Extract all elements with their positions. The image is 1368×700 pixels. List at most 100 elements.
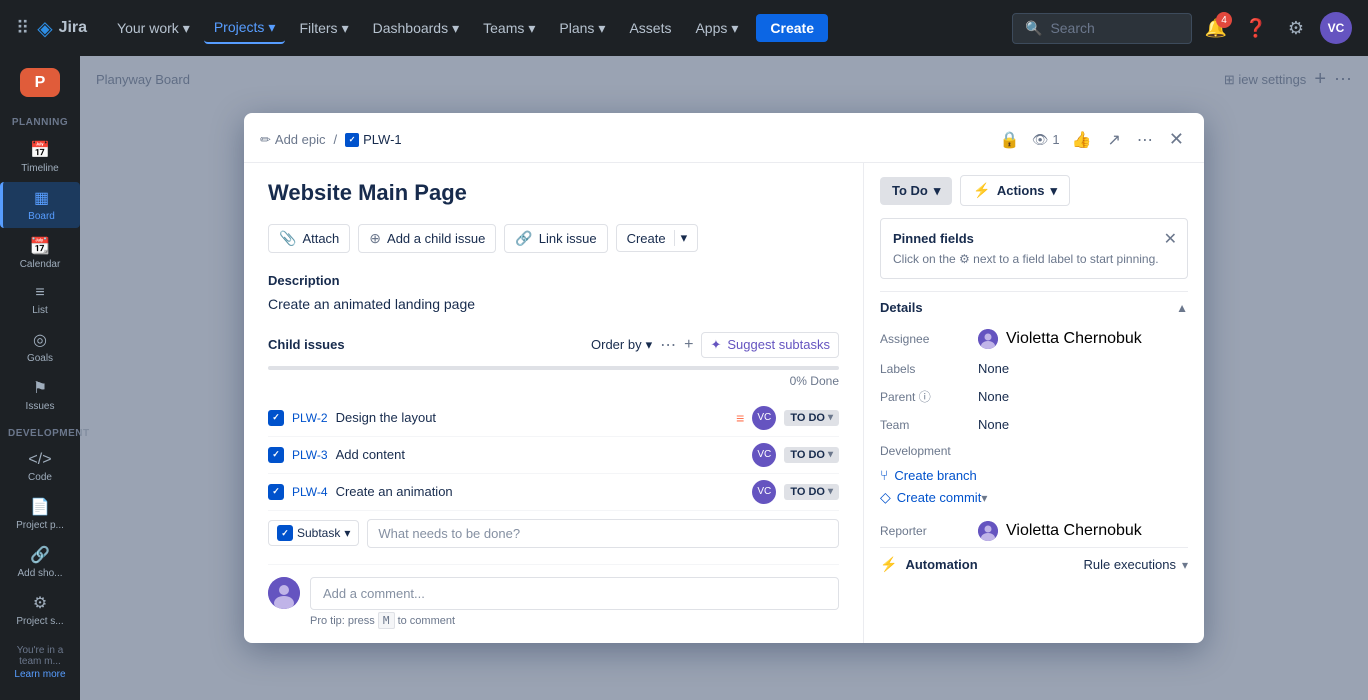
progress-bar (268, 366, 839, 370)
more-options-icon[interactable]: ⋯ (1133, 126, 1157, 154)
nav-filters[interactable]: Filters ▾ (289, 14, 358, 43)
settings-button[interactable]: ⚙ (1280, 12, 1312, 44)
child-issue-key-2[interactable]: PLW-3 (292, 448, 328, 462)
sidebar-item-calendar[interactable]: 📆 Calendar (0, 230, 80, 276)
nav-plans[interactable]: Plans ▾ (549, 14, 615, 43)
pinned-fields-box: Pinned fields Click on the ⚙ next to a f… (880, 218, 1188, 279)
notifications-button[interactable]: 🔔 4 (1200, 12, 1232, 44)
nav-your-work[interactable]: Your work ▾ (107, 14, 200, 43)
create-button-modal[interactable]: Create ▾ (616, 224, 699, 252)
actions-dropdown[interactable]: ⚡ Actions ▾ (960, 175, 1070, 206)
subtask-type-dropdown[interactable]: ✓ Subtask ▾ (268, 520, 359, 546)
automation-label: Automation (905, 557, 977, 572)
sidebar-item-project-settings[interactable]: ⚙ Project s... (0, 587, 80, 633)
child-issue-type-icon-3: ✓ (268, 484, 284, 500)
child-issue-right-1: ≡ VC TO DO ▾ (736, 406, 839, 430)
lock-icon[interactable]: 🔒 (996, 126, 1024, 154)
modal-overlay[interactable]: ✏ Add epic / ✓ PLW-1 🔒 (80, 56, 1368, 700)
suggest-subtasks-button[interactable]: ✦ Suggest subtasks (701, 332, 839, 358)
search-box[interactable]: 🔍 Search (1012, 13, 1192, 44)
jira-logo-icon: ◈ (37, 16, 52, 41)
status-badge-3[interactable]: TO DO ▾ (784, 484, 839, 500)
modal-header-actions: 🔒 👁 1 👍 ↗ ⋯ ✕ (996, 125, 1188, 154)
reporter-row: Reporter Violetta Chernobuk (880, 515, 1188, 547)
add-subtask-row: ✓ Subtask ▾ (268, 519, 839, 548)
help-button[interactable]: ❓ (1240, 12, 1272, 44)
status-dropdown[interactable]: To Do ▾ (880, 177, 952, 205)
create-button[interactable]: Create (756, 14, 828, 42)
sidebar-item-code[interactable]: </> Code (0, 445, 80, 489)
issues-icon: ⚑ (33, 378, 47, 398)
sidebar-item-board[interactable]: ▦ Board (0, 182, 80, 228)
child-issue-right-2: VC TO DO ▾ (752, 443, 839, 467)
nav-right-area: 🔍 Search 🔔 4 ❓ ⚙ VC (1012, 12, 1352, 44)
create-commit-row: ◇ Create commit ▾ (880, 486, 987, 509)
description-text: Create an animated landing page (268, 296, 839, 312)
subtask-type-icon: ✓ (277, 525, 293, 541)
breadcrumb-issue-link[interactable]: ✓ PLW-1 (345, 132, 402, 147)
child-issues-add-icon[interactable]: + (684, 336, 693, 354)
commit-expand-icon[interactable]: ▾ (981, 491, 987, 505)
child-issue-right-3: VC TO DO ▾ (752, 480, 839, 504)
status-chevron-icon: ▾ (828, 412, 833, 423)
status-badge-1[interactable]: TO DO ▾ (784, 410, 839, 426)
child-issue-key-1[interactable]: PLW-2 (292, 411, 328, 425)
child-issue-row-3: ✓ PLW-4 Create an animation VC TO DO ▾ (268, 474, 839, 511)
automation-left: ⚡ Automation (880, 556, 978, 573)
share-icon[interactable]: ↗ (1104, 126, 1125, 154)
issue-title: Website Main Page (268, 179, 839, 208)
assignee-value[interactable]: Violetta Chernobuk (978, 329, 1142, 349)
order-by-button[interactable]: Order by ▾ (591, 337, 652, 353)
nav-teams[interactable]: Teams ▾ (473, 14, 545, 43)
team-value[interactable]: None (978, 417, 1188, 432)
sidebar-item-add-shortcut[interactable]: 🔗 Add sho... (0, 539, 80, 585)
sidebar-item-project-pages[interactable]: 📄 Project p... (0, 491, 80, 537)
nav-apps[interactable]: Apps ▾ (685, 14, 748, 43)
subtask-input[interactable] (367, 519, 839, 548)
bolt-icon: ⚡ (973, 182, 990, 199)
reporter-value[interactable]: Violetta Chernobuk (978, 521, 1142, 541)
learn-more-link[interactable]: Learn more (8, 669, 72, 680)
board-icon: ▦ (34, 188, 49, 208)
breadcrumb-edit-epic[interactable]: ✏ Add epic (260, 132, 326, 148)
nav-dashboards[interactable]: Dashboards ▾ (363, 14, 470, 43)
timeline-icon: 📅 (30, 140, 50, 160)
child-issue-icon: ⊕ (369, 230, 381, 247)
reporter-label: Reporter (880, 524, 970, 538)
create-branch-link[interactable]: ⑂ Create branch (880, 464, 987, 486)
pinned-fields-title: Pinned fields (893, 231, 1175, 246)
add-child-issue-button[interactable]: ⊕ Add a child issue (358, 224, 496, 253)
labels-value[interactable]: None (978, 361, 1188, 376)
development-label: Development (880, 444, 970, 458)
child-issues-more-icon[interactable]: ⋯ (660, 335, 676, 355)
pinned-fields-close-icon[interactable]: ✕ (1164, 229, 1177, 249)
sidebar-item-timeline[interactable]: 📅 Timeline (0, 134, 80, 180)
sidebar-item-issues[interactable]: ⚑ Issues (0, 372, 80, 418)
nav-assets[interactable]: Assets (619, 14, 681, 42)
status-badge-2[interactable]: TO DO ▾ (784, 447, 839, 463)
comment-input[interactable]: Add a comment... (310, 577, 839, 610)
child-issue-key-3[interactable]: PLW-4 (292, 485, 328, 499)
paperclip-icon: 📎 (279, 230, 296, 247)
sidebar-nav: PLANNING 📅 Timeline ▦ Board 📆 Calendar ≡… (0, 109, 80, 633)
create-dropdown-arrow[interactable]: ▾ (674, 230, 688, 246)
sidebar-item-goals[interactable]: ◎ Goals (0, 324, 80, 370)
team-row: Team None (880, 411, 1188, 438)
close-button[interactable]: ✕ (1165, 125, 1188, 154)
nav-projects[interactable]: Projects ▾ (204, 13, 286, 44)
team-message[interactable]: You're in a team m... Learn more (0, 637, 80, 688)
assignee-label: Assignee (880, 332, 970, 346)
grid-icon[interactable]: ⠿ (16, 18, 29, 39)
details-header[interactable]: Details ▲ (880, 291, 1188, 323)
sidebar-item-list[interactable]: ≡ List (0, 278, 80, 322)
project-avatar[interactable]: P (20, 68, 60, 97)
logo[interactable]: ◈ Jira (37, 16, 87, 41)
thumbs-up-icon[interactable]: 👍 (1068, 126, 1096, 154)
parent-value[interactable]: None (978, 389, 1188, 404)
create-commit-link[interactable]: ◇ Create commit (880, 486, 981, 509)
link-issue-button[interactable]: 🔗 Link issue (504, 224, 607, 253)
user-avatar[interactable]: VC (1320, 12, 1352, 44)
attach-button[interactable]: 📎 Attach (268, 224, 350, 253)
automation-row[interactable]: ⚡ Automation Rule executions ▾ (880, 547, 1188, 581)
watchers-count[interactable]: 👁 1 (1032, 132, 1060, 148)
